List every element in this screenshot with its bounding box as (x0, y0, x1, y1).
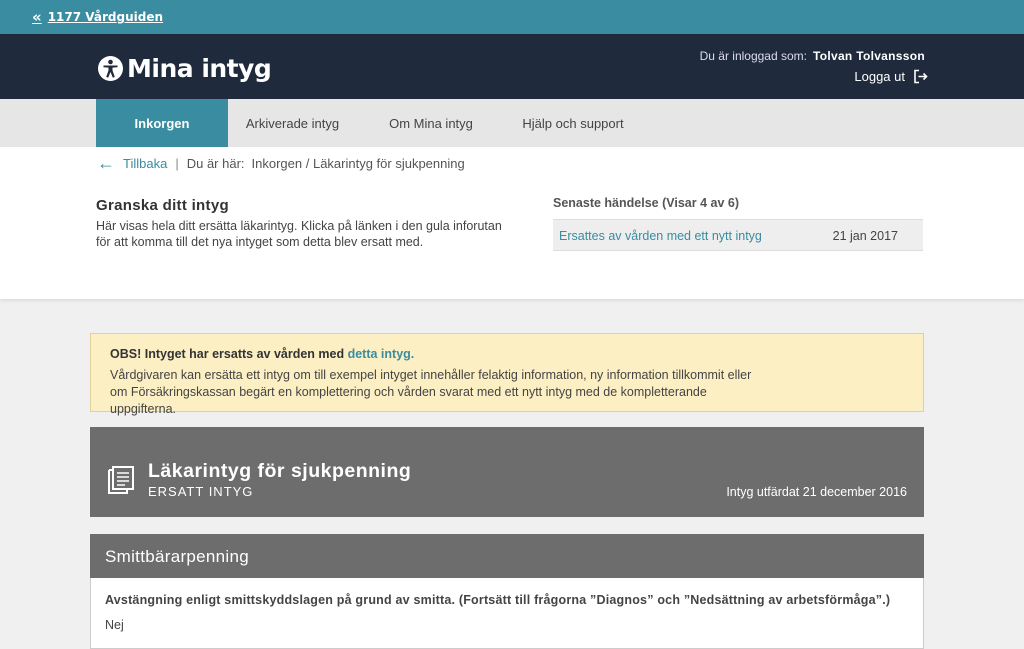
section-body: Avstängning enligt smittskyddslagen på g… (90, 578, 924, 649)
mina-intyg-logo[interactable]: Mina intyg (98, 54, 272, 83)
certificate-status: ERSATT INTYG (148, 484, 254, 499)
new-certificate-link[interactable]: detta intyg. (348, 347, 415, 361)
warning-heading-text: OBS! Intyget har ersatts av vården med (110, 347, 345, 361)
tab-hjalp-och-support[interactable]: Hjälp och support (505, 99, 641, 147)
tillbaka-link[interactable]: Tillbaka (123, 156, 167, 171)
logged-in-label: Du är inloggad som: (699, 49, 807, 63)
breadcrumb-here-label: Du är här: (186, 156, 245, 171)
warning-heading: OBS! Intyget har ersatts av vården med d… (110, 347, 414, 361)
replaced-warning-box: OBS! Intyget har ersatts av vården med d… (90, 333, 924, 416)
user-info: Du är inloggad som: Tolvan Tolvansson (700, 49, 925, 63)
event-link[interactable]: Ersattes av vården med ett nytt intyg (559, 229, 762, 243)
double-chevron-left-icon: « (32, 8, 42, 26)
main-nav: Inkorgen Arkiverade intyg Om Mina intyg … (0, 99, 1024, 147)
tab-om-mina-intyg[interactable]: Om Mina intyg (357, 99, 505, 147)
events-title: Senaste händelse (Visar 4 av 6) (553, 196, 739, 210)
logout-icon (914, 69, 928, 84)
breadcrumb-separator: | (175, 156, 179, 171)
vardguiden-label: 1177 Vårdguiden (47, 10, 164, 24)
warning-body: Vårdgivaren kan ersätta ett intyg om til… (110, 368, 752, 416)
arrow-left-icon[interactable]: ← (97, 154, 115, 172)
accessibility-person-icon (98, 56, 123, 81)
logout-button[interactable]: Logga ut (854, 69, 928, 84)
breadcrumb-path[interactable]: Inkorgen / Läkarintyg för sjukpenning (252, 156, 465, 171)
top-bar: « 1177 Vårdguiden (0, 0, 1024, 34)
event-row: Ersattes av vården med ett nytt intyg 21… (553, 219, 923, 251)
review-description: Här visas hela ditt ersätta läkarintyg. … (96, 219, 502, 249)
certificate-header: Läkarintyg för sjukpenning ERSATT INTYG … (90, 427, 924, 517)
section-header: Smittbärarpenning (90, 534, 924, 578)
section-title: Smittbärarpenning (105, 547, 250, 566)
tab-inkorgen[interactable]: Inkorgen (96, 99, 228, 147)
section-answer: Nej (105, 618, 124, 632)
vardguiden-back-link[interactable]: « 1177 Vårdguiden (32, 8, 164, 26)
logout-label: Logga ut (854, 69, 905, 84)
site-header: Mina intyg Du är inloggad som: Tolvan Tol… (0, 34, 1024, 99)
event-date: 21 jan 2017 (832, 229, 898, 243)
document-icon (108, 466, 134, 494)
page-intro-panel: ← Tillbaka | Du är här: Inkorgen / Läkar… (0, 147, 1024, 299)
certificate-issued-date: Intyg utfärdat 21 december 2016 (726, 485, 907, 499)
page-title: Granska ditt intyg (96, 197, 229, 214)
logo-text: Mina intyg (127, 54, 272, 83)
user-name: Tolvan Tolvansson (812, 49, 925, 63)
section-question: Avstängning enligt smittskyddslagen på g… (105, 593, 891, 607)
tab-arkiverade-intyg[interactable]: Arkiverade intyg (228, 99, 357, 147)
breadcrumb: ← Tillbaka | Du är här: Inkorgen / Läkar… (97, 154, 465, 172)
certificate-title: Läkarintyg för sjukpenning (148, 460, 412, 482)
